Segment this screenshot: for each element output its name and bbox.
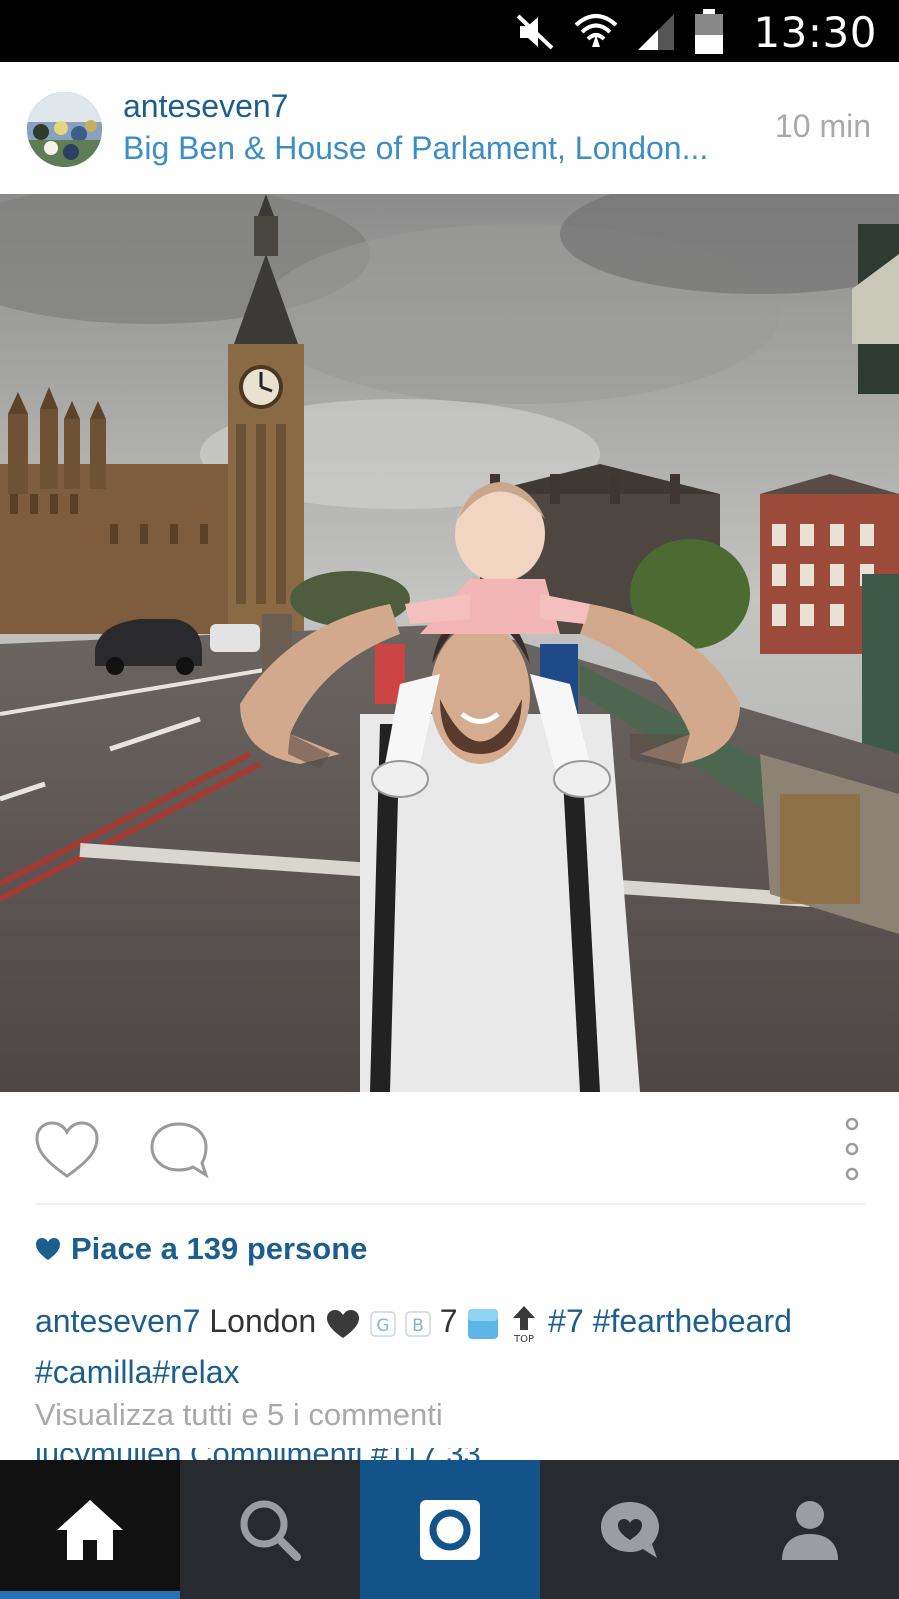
like-button[interactable] bbox=[34, 1120, 100, 1180]
search-icon bbox=[240, 1500, 301, 1561]
post-username[interactable]: anteseven7 bbox=[123, 88, 288, 125]
svg-text:TOP: TOP bbox=[513, 1334, 534, 1344]
post-location[interactable]: Big Ben & House of Parlament, London... bbox=[123, 130, 753, 167]
bottom-nav bbox=[0, 1460, 899, 1599]
view-all-comments-link[interactable]: Visualizza tutti e 5 i commenti bbox=[35, 1397, 443, 1433]
nav-home-tab[interactable] bbox=[0, 1460, 180, 1599]
post-time: 10 min bbox=[774, 108, 871, 144]
status-bar: 13:30 bbox=[0, 0, 899, 62]
actions-divider bbox=[35, 1203, 865, 1205]
nav-profile-tab[interactable] bbox=[720, 1460, 899, 1599]
letter-g-icon: G bbox=[370, 1310, 396, 1337]
signal-icon bbox=[638, 14, 674, 50]
blue-square-icon bbox=[468, 1308, 499, 1339]
profile-icon bbox=[781, 1500, 838, 1560]
more-options-button[interactable] bbox=[840, 1116, 864, 1182]
heart-outline-icon bbox=[35, 1121, 99, 1178]
news-heart-bubble-icon bbox=[601, 1501, 659, 1558]
caption-text: London bbox=[209, 1303, 317, 1339]
nav-search-tab[interactable] bbox=[180, 1460, 360, 1599]
nav-news-tab[interactable] bbox=[540, 1460, 720, 1599]
caption-username[interactable]: anteseven7 bbox=[35, 1303, 200, 1339]
mute-icon bbox=[516, 14, 554, 50]
black-heart-icon bbox=[327, 1309, 360, 1338]
home-icon bbox=[57, 1499, 123, 1560]
post-photo[interactable] bbox=[0, 194, 899, 1092]
heart-filled-icon bbox=[36, 1238, 60, 1260]
svg-text:B: B bbox=[412, 1316, 424, 1336]
svg-text:G: G bbox=[376, 1316, 389, 1336]
caption-number: 7 bbox=[439, 1303, 458, 1339]
clock: 13:30 bbox=[753, 8, 877, 57]
top-arrow-icon: TOP bbox=[513, 1305, 536, 1344]
likes-count: Piace a 139 persone bbox=[71, 1231, 368, 1266]
letter-b-icon: B bbox=[405, 1310, 431, 1337]
likes-row[interactable]: Piace a 139 persone bbox=[35, 1229, 367, 1269]
caption-hashtags-line2[interactable]: #camilla#relax bbox=[35, 1354, 240, 1390]
speech-bubble-icon bbox=[150, 1122, 209, 1179]
status-icons bbox=[514, 9, 724, 54]
avatar-image bbox=[27, 92, 102, 167]
comment-button[interactable] bbox=[148, 1120, 210, 1180]
wifi-icon bbox=[574, 14, 618, 47]
post-image bbox=[0, 194, 899, 1092]
avatar[interactable] bbox=[27, 92, 102, 167]
more-dots-icon bbox=[845, 1117, 859, 1181]
post-actions bbox=[0, 1092, 899, 1204]
post-header: anteseven7 Big Ben & House of Parlament,… bbox=[0, 62, 899, 194]
comment-preview[interactable]: lucymullen Complimenti #117 33 bbox=[35, 1448, 481, 1460]
caption-hashtags-line1[interactable]: #7 #fearthebeard bbox=[548, 1303, 792, 1339]
nav-camera-tab[interactable] bbox=[360, 1460, 540, 1599]
camera-icon bbox=[420, 1499, 480, 1560]
post-caption: anteseven7 London G B 7 TOP #7 #feartheb… bbox=[35, 1296, 875, 1398]
battery-icon bbox=[695, 9, 723, 54]
